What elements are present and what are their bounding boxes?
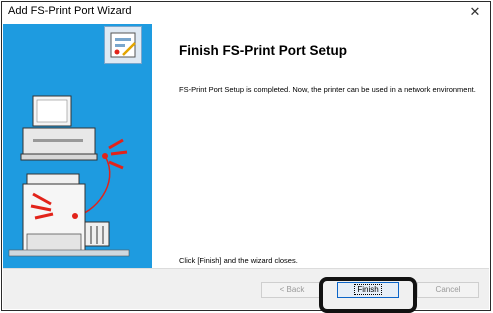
title-bar: Add FS-Print Port Wizard ✕: [2, 2, 490, 23]
window-title: Add FS-Print Port Wizard: [8, 5, 132, 17]
cancel-button[interactable]: Cancel: [417, 282, 479, 298]
completion-message: FS-Print Port Setup is completed. Now, t…: [179, 85, 476, 94]
wizard-window: Add FS-Print Port Wizard ✕ Finish FS-Pri…: [1, 1, 491, 311]
closing-instruction: Click [Finish] and the wizard closes.: [179, 256, 298, 265]
wizard-setup-icon: [104, 26, 142, 64]
wizard-content: Finish FS-Print Port Setup FS-Print Port…: [152, 24, 490, 268]
finish-button[interactable]: Finish: [337, 282, 399, 298]
finish-button-label: Finish: [354, 284, 382, 295]
page-title: Finish FS-Print Port Setup: [179, 43, 347, 58]
close-icon[interactable]: ✕: [460, 2, 490, 23]
back-button[interactable]: < Back: [261, 282, 323, 298]
button-bar: < Back Finish Cancel: [3, 268, 489, 309]
